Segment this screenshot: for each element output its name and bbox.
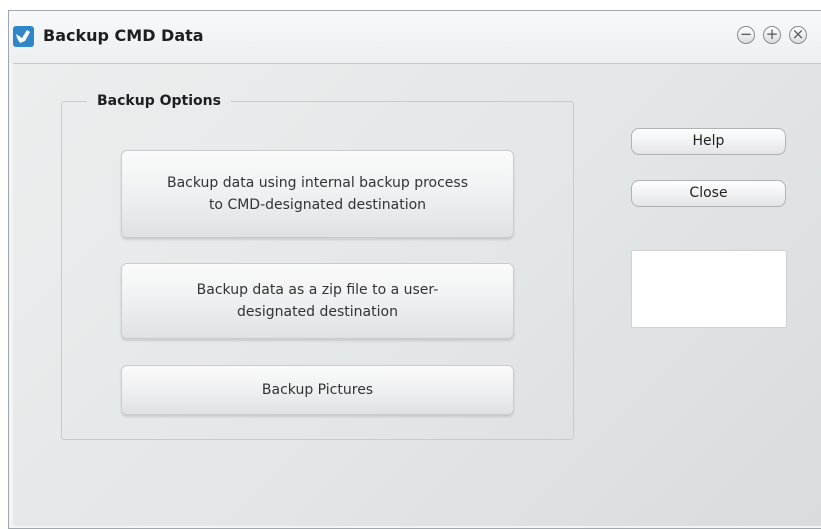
backup-internal-label-line2: to CMD-designated destination	[208, 197, 427, 213]
app-logo-icon	[13, 26, 34, 47]
backup-pictures-button[interactable]: Backup Pictures	[121, 365, 514, 415]
backup-pictures-label: Backup Pictures	[261, 382, 374, 398]
backup-zip-button[interactable]: Backup data as a zip file to a user- des…	[121, 263, 514, 339]
close-icon[interactable]: ×	[789, 26, 807, 44]
maximize-icon[interactable]: +	[763, 26, 781, 44]
minimize-icon[interactable]: −	[737, 26, 755, 44]
backup-zip-label-line2: designated destination	[237, 304, 398, 320]
backup-internal-label-line1: Backup data using internal backup proces…	[166, 175, 469, 191]
backup-zip-label-line1: Backup data as a zip file to a user-	[196, 282, 439, 298]
backup-internal-button[interactable]: Backup data using internal backup proces…	[121, 150, 514, 238]
close-button[interactable]: Close	[631, 180, 786, 207]
window-content: Backup Options Backup data using interna…	[13, 63, 821, 526]
backup-cmd-data-window: Backup CMD Data − + × Backup Options Bac…	[8, 10, 821, 529]
title-bar[interactable]: Backup CMD Data − + ×	[9, 11, 821, 63]
backup-options-label: Backup Options	[87, 91, 231, 111]
help-button[interactable]: Help	[631, 128, 786, 155]
info-panel	[631, 250, 787, 328]
window-title: Backup CMD Data	[43, 26, 204, 45]
